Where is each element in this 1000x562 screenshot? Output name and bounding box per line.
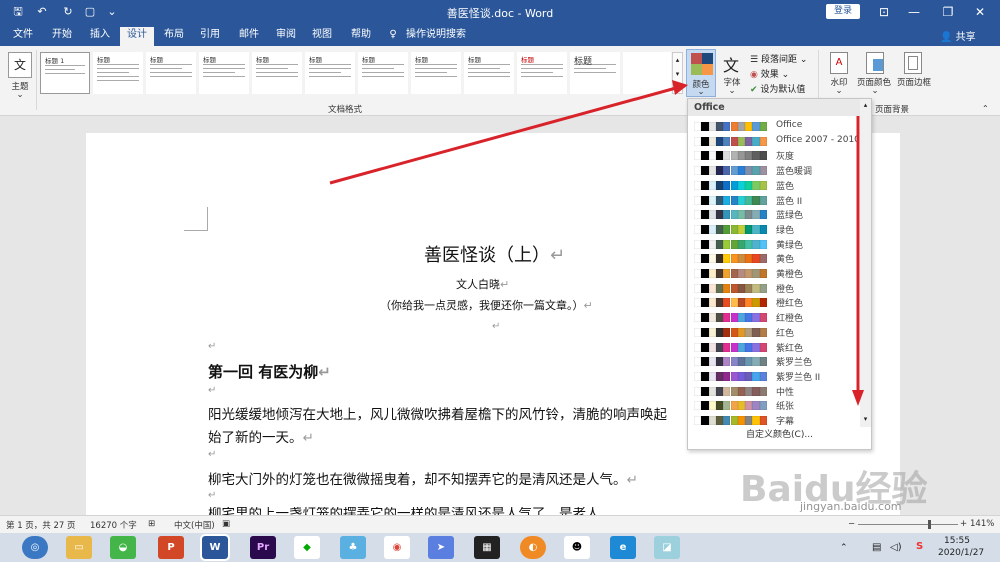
app-icon[interactable]: ♣ — [340, 536, 366, 559]
powerpoint-icon[interactable]: P — [158, 536, 184, 559]
zoom-slider[interactable] — [858, 524, 958, 525]
input-method-icon[interactable]: S — [916, 541, 923, 552]
app-icon[interactable]: ➤ — [428, 536, 454, 559]
file-explorer-icon[interactable]: ▭ — [66, 536, 92, 559]
language[interactable]: 中文(中国) — [174, 519, 215, 531]
arrow-to-colors — [329, 86, 677, 185]
word-icon[interactable]: W — [200, 534, 230, 561]
zoom-in-icon[interactable]: + — [960, 519, 967, 529]
zoom-out-icon[interactable]: − — [848, 519, 855, 529]
volume-icon[interactable]: ◁) — [890, 542, 902, 553]
wechat-icon[interactable]: ◒ — [110, 536, 136, 559]
app-icon[interactable]: ◪ — [654, 536, 680, 559]
arrowhead — [852, 390, 864, 406]
arrowhead — [672, 80, 688, 95]
page-count[interactable]: 第 1 页，共 27 页 — [6, 519, 76, 531]
word-count[interactable]: 16270 个字 — [90, 519, 137, 531]
chrome-icon[interactable]: ◉ — [384, 536, 410, 559]
ie-icon[interactable]: e — [610, 536, 636, 559]
video-editor-icon[interactable]: ▦ — [474, 536, 500, 559]
qq-icon[interactable]: ☻ — [564, 536, 590, 559]
zoom-level[interactable]: 141% — [970, 519, 994, 529]
premiere-icon[interactable]: Pr — [250, 536, 276, 559]
clock-date[interactable]: 2020/1/27 — [938, 548, 984, 558]
app-icon[interactable]: ◐ — [520, 536, 546, 559]
app-icon[interactable]: ◆ — [294, 536, 320, 559]
status-bar: 第 1 页，共 27 页 16270 个字 ⊞ 中文(中国) ▣ − + 141… — [0, 515, 1000, 533]
proofing-icon[interactable]: ⊞ — [148, 519, 155, 529]
network-icon[interactable]: ▤ — [872, 542, 881, 553]
zoom-slider-thumb[interactable] — [928, 520, 931, 529]
start-icon[interactable]: ◎ — [22, 536, 48, 559]
baidu-watermark-url: jingyan.baidu.com — [800, 500, 902, 513]
clock-time[interactable]: 15:55 — [944, 536, 970, 546]
taskbar: ◎ ▭ ◒ P W Pr ◆ ♣ ◉ ➤ ▦ ◐ ☻ e ◪ ⌃ ▤ ◁) S … — [0, 533, 1000, 562]
tray-chevron-icon[interactable]: ⌃ — [840, 543, 848, 553]
macro-icon[interactable]: ▣ — [222, 519, 230, 529]
